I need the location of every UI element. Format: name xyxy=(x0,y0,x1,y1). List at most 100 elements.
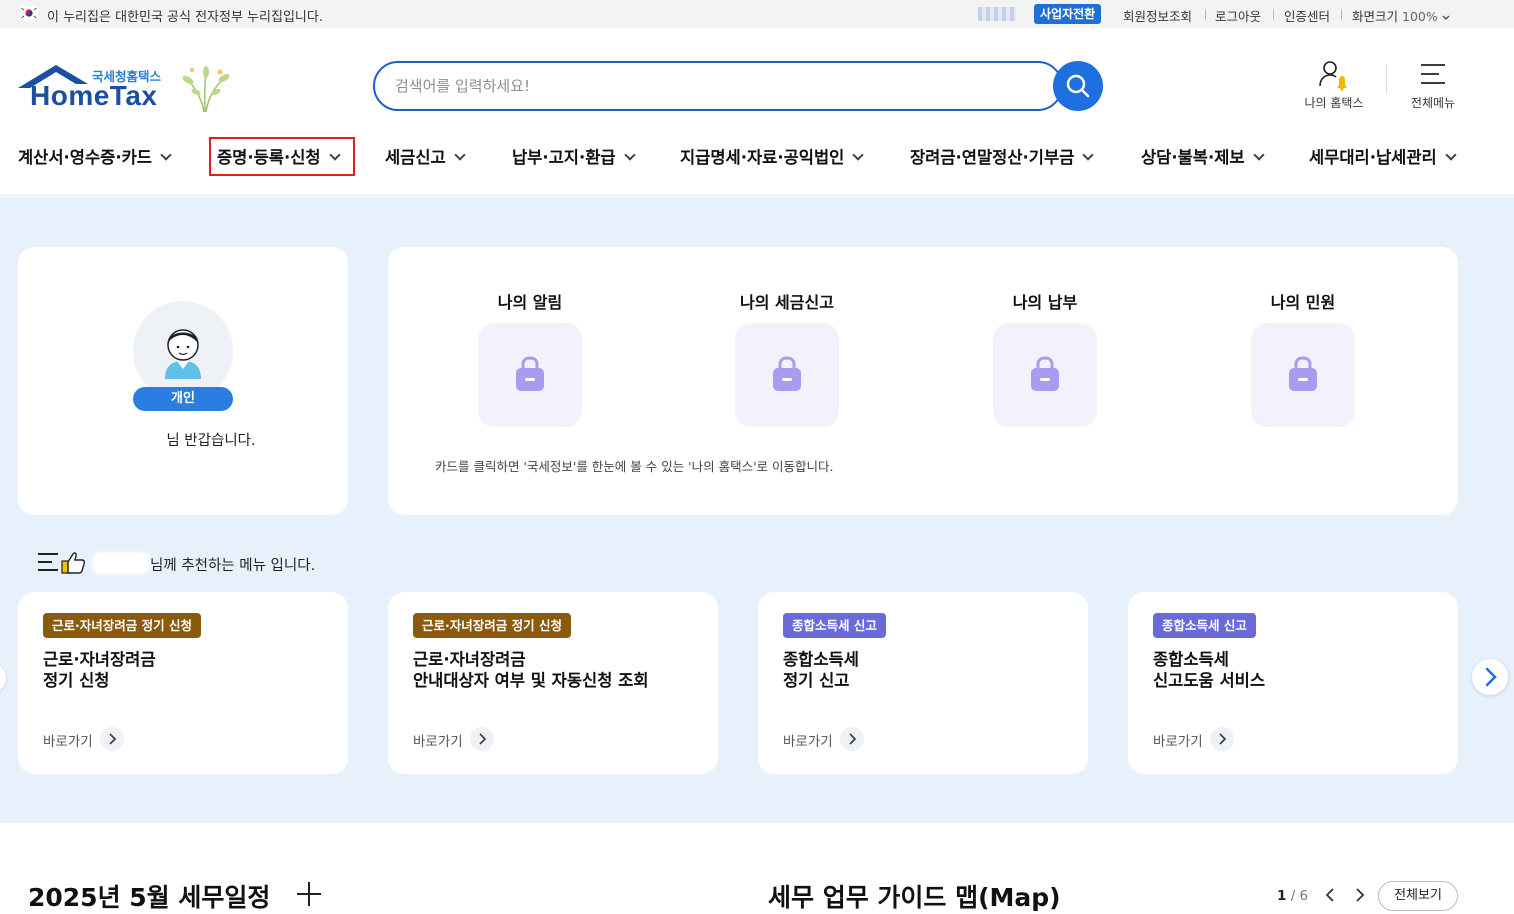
user-bell-icon xyxy=(1319,61,1347,91)
divider xyxy=(1273,9,1274,20)
site-header: 국세청홈택스 HomeTax 검색어를 입력하세요! 나의 홈택스 전체메뉴 계… xyxy=(0,28,1514,196)
divider xyxy=(1341,9,1342,20)
hamburger-menu-icon xyxy=(1421,64,1445,84)
pager-current: 1 xyxy=(1277,888,1287,904)
avatar xyxy=(133,301,233,401)
card-title: 종합소득세 정기 신고 xyxy=(783,649,1073,691)
all-menu-button[interactable]: 전체메뉴 xyxy=(1402,58,1464,110)
gnb-label: 세금신고 xyxy=(385,148,446,167)
chevron-right-icon xyxy=(1485,667,1497,687)
logo-main-text: HomeTax xyxy=(30,80,158,111)
gnb-item-incentive[interactable]: 장려금·연말정산·기부금 xyxy=(910,144,1095,172)
plant-illustration-icon xyxy=(182,66,230,113)
category-tag: 종합소득세 신고 xyxy=(783,613,886,638)
go-link[interactable]: 바로가기 xyxy=(413,730,463,750)
gnb-label: 세무대리·납세관리 xyxy=(1309,148,1437,167)
my-item-alerts[interactable]: 나의 알림 xyxy=(460,289,600,427)
gnb-label: 납부·고지·환급 xyxy=(512,148,616,167)
recommend-card[interactable]: 종합소득세 신고 종합소득세 신고도움 서비스 바로가기 xyxy=(1128,592,1458,774)
carousel-next-button[interactable] xyxy=(1472,659,1508,695)
card-title-line: 종합소득세 xyxy=(1153,650,1229,669)
user-type-badge: 개인 xyxy=(133,387,233,411)
schedule-more-button[interactable] xyxy=(296,881,322,907)
card-title-line: 종합소득세 xyxy=(783,650,859,669)
view-all-button[interactable]: 전체보기 xyxy=(1378,881,1458,911)
chevron-down-icon xyxy=(623,149,636,161)
recommend-card[interactable]: 근로·자녀장려금 정기 신청 근로·자녀장려금 안내대상자 여부 및 자동신청 … xyxy=(388,592,718,774)
gnb-label: 계산서·영수증·카드 xyxy=(18,148,152,167)
business-switch-button[interactable]: 사업자전환 xyxy=(1034,4,1102,24)
lock-icon xyxy=(516,356,544,391)
chevron-left-icon xyxy=(1325,888,1334,902)
user-name-blurred xyxy=(92,552,150,574)
chevron-right-icon[interactable] xyxy=(470,727,494,751)
pager-total: / 6 xyxy=(1290,888,1309,904)
go-link[interactable]: 바로가기 xyxy=(43,730,93,750)
gnb-label: 상담·불복·제보 xyxy=(1141,148,1245,167)
my-item-tile xyxy=(1251,323,1355,427)
card-title-line: 정기 신고 xyxy=(783,671,850,690)
search-input[interactable] xyxy=(395,75,1015,97)
chevron-down-icon xyxy=(160,149,172,161)
gnb-label: 장려금·연말정산·기부금 xyxy=(910,148,1075,167)
carousel-prev-button[interactable] xyxy=(0,663,6,693)
hometax-logo[interactable]: 국세청홈택스 HomeTax xyxy=(16,62,236,122)
my-hometax-label: 나의 홈택스 xyxy=(1304,96,1364,110)
go-link[interactable]: 바로가기 xyxy=(783,730,833,750)
my-item-tile xyxy=(735,323,839,427)
my-item-tile xyxy=(993,323,1097,427)
category-tag: 근로·자녀장려금 정기 신청 xyxy=(413,613,571,638)
chevron-down-icon xyxy=(852,149,865,161)
gnb-item-statement[interactable]: 지급명세·자료·공익법인 xyxy=(680,144,865,172)
chevron-down-icon xyxy=(1082,149,1095,161)
my-hometax-button[interactable]: 나의 홈택스 xyxy=(1298,58,1370,110)
logout-link[interactable]: 로그아웃 xyxy=(1215,6,1261,25)
gnb-item-agent[interactable]: 세무대리·납세관리 xyxy=(1309,144,1457,172)
chevron-down-icon xyxy=(1252,149,1265,161)
my-hometax-card[interactable]: 나의 알림 나의 세금신고 나의 납부 나의 민원 카드를 클릭하면 '국세정보… xyxy=(388,247,1458,515)
member-info-link[interactable]: 회원정보조회 xyxy=(1123,6,1192,25)
recommend-card[interactable]: 종합소득세 신고 종합소득세 정기 신고 바로가기 xyxy=(758,592,1088,774)
gnb-item-invoice[interactable]: 계산서·영수증·카드 xyxy=(18,144,172,172)
my-item-tax-report[interactable]: 나의 세금신고 xyxy=(717,289,857,427)
gnb-highlight-box xyxy=(209,137,355,176)
main-dashboard: 개인 님 반갑습니다. 나의 알림 나의 세금신고 나의 납부 나의 민원 카드… xyxy=(0,197,1514,823)
divider xyxy=(1205,9,1206,20)
chevron-down-icon xyxy=(454,149,466,161)
card-title-line: 신고도움 서비스 xyxy=(1153,671,1266,690)
search-box xyxy=(373,61,1063,111)
gnb-item-consult[interactable]: 상담·불복·제보 xyxy=(1141,144,1265,172)
tax-schedule-title: 2025년 5월 세무일정 xyxy=(28,883,271,912)
my-item-civil[interactable]: 나의 민원 xyxy=(1233,289,1373,427)
search-icon xyxy=(1066,74,1090,98)
greeting-text: 님 반갑습니다. xyxy=(166,433,256,449)
my-item-tile xyxy=(478,323,582,427)
screen-size-control[interactable]: 화면크기 100% xyxy=(1352,6,1450,25)
gov-notice-text: 이 누리집은 대한민국 공식 전자정부 누리집입니다. xyxy=(47,10,323,25)
screen-size-label: 화면크기 xyxy=(1352,9,1399,24)
go-link[interactable]: 바로가기 xyxy=(1153,730,1203,750)
my-item-title: 나의 민원 xyxy=(1270,293,1336,312)
my-item-title: 나의 알림 xyxy=(497,293,563,312)
recommend-card[interactable]: 근로·자녀장려금 정기 신청 근로·자녀장려금 정기 신청 바로가기 xyxy=(18,592,348,774)
guide-map-title: 세무 업무 가이드 맵(Map) xyxy=(768,883,1061,912)
card-title: 종합소득세 신고도움 서비스 xyxy=(1153,649,1443,691)
lock-icon xyxy=(1289,356,1317,391)
pager-prev-button[interactable] xyxy=(1320,884,1340,906)
cert-center-link[interactable]: 인증센터 xyxy=(1284,6,1330,25)
gnb-item-payment[interactable]: 납부·고지·환급 xyxy=(512,144,636,172)
chevron-right-icon[interactable] xyxy=(840,727,864,751)
thumbs-up-list-icon xyxy=(38,552,86,574)
my-item-payment[interactable]: 나의 납부 xyxy=(975,289,1115,427)
chevron-right-icon[interactable] xyxy=(100,727,124,751)
gnb-item-tax-report[interactable]: 세금신고 xyxy=(385,144,466,172)
lock-icon xyxy=(773,356,801,391)
category-tag: 근로·자녀장려금 정기 신청 xyxy=(43,613,201,638)
pager-next-button[interactable] xyxy=(1350,884,1370,906)
chevron-right-icon[interactable] xyxy=(1210,727,1234,751)
profile-card[interactable]: 개인 님 반갑습니다. xyxy=(18,247,348,515)
search-button[interactable] xyxy=(1053,61,1103,111)
user-name-blurred xyxy=(978,7,1016,21)
my-item-title: 나의 납부 xyxy=(1012,293,1078,312)
card-title-line: 근로·자녀장려금 xyxy=(413,650,526,669)
